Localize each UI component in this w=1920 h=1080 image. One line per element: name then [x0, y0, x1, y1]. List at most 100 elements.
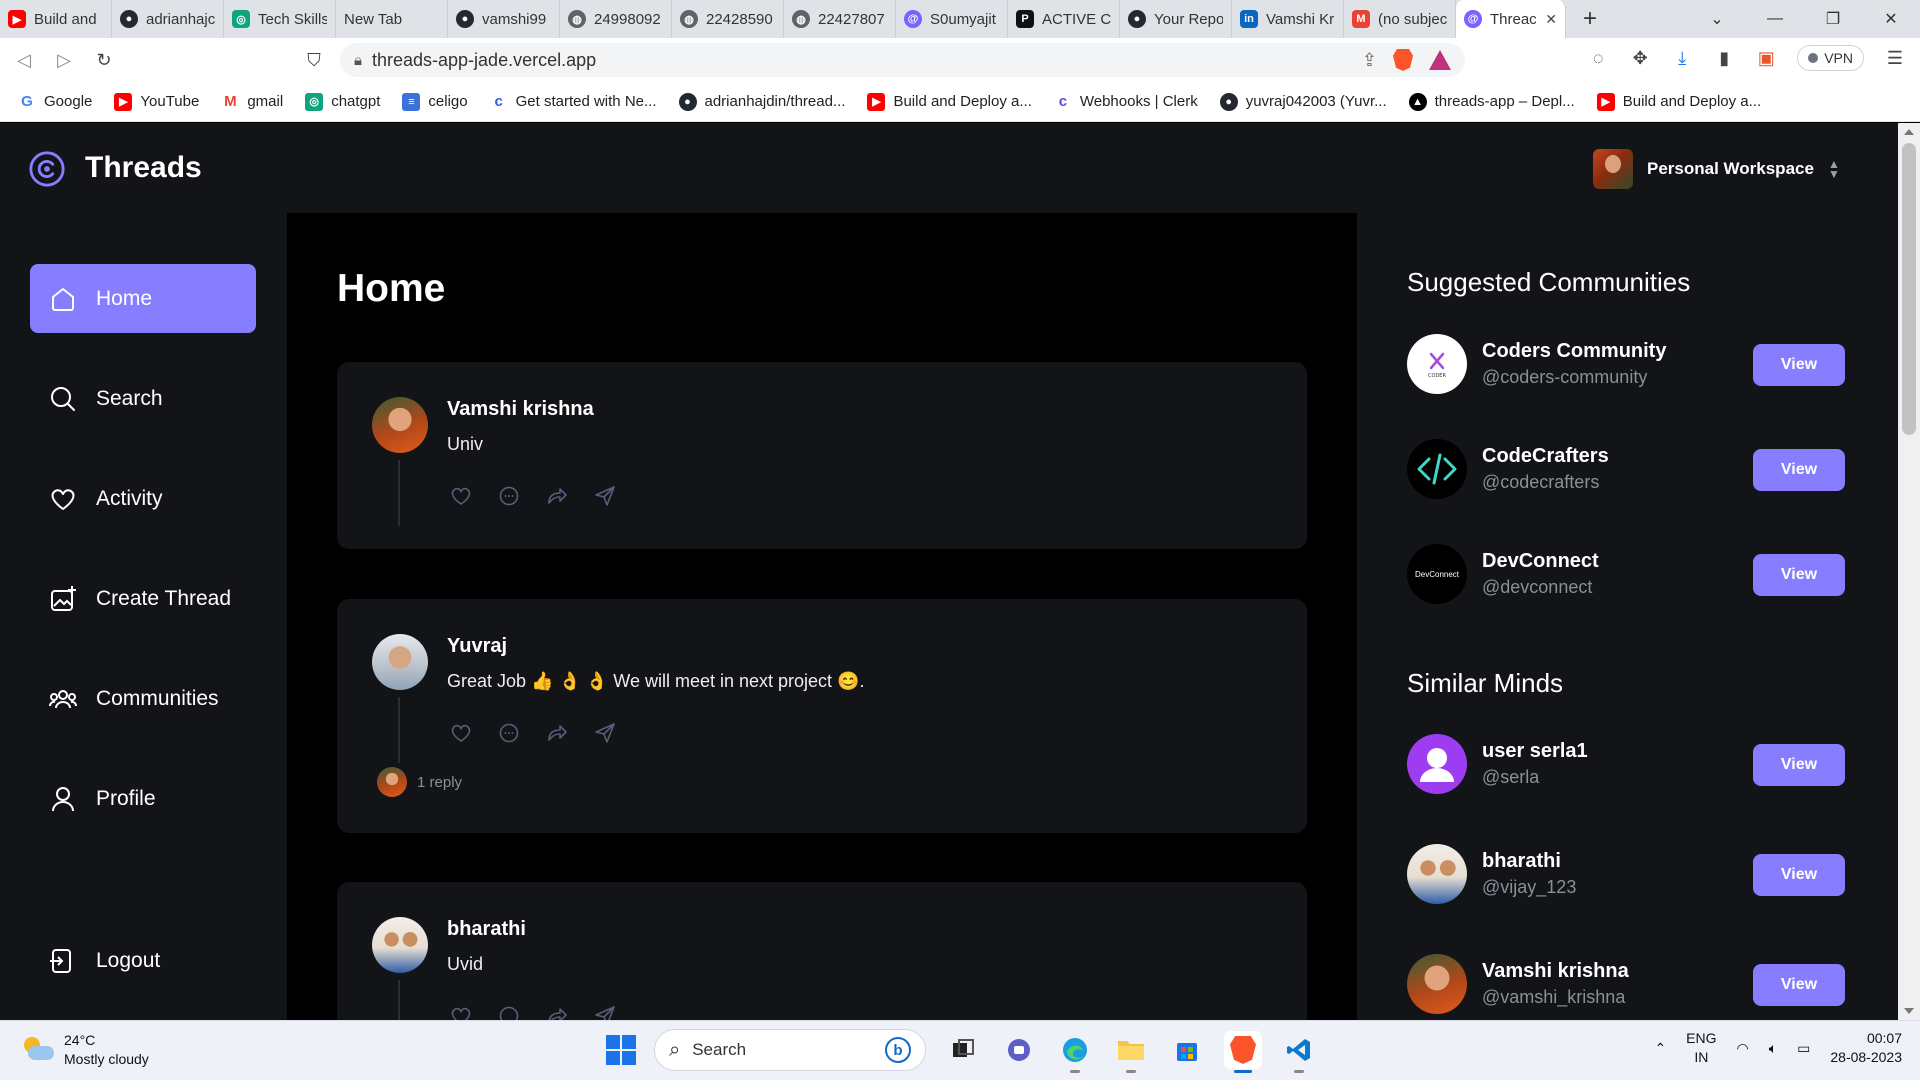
bookmark-item[interactable]: Mgmail — [221, 92, 283, 111]
weather-widget[interactable]: 24°C Mostly cloudy — [20, 1031, 149, 1069]
brave-rewards-icon[interactable] — [1429, 50, 1451, 70]
close-tab-icon[interactable]: ✕ — [1545, 11, 1557, 28]
thread-author[interactable]: Vamshi krishna — [447, 398, 594, 421]
view-button[interactable]: View — [1753, 449, 1845, 491]
repost-icon[interactable] — [545, 1004, 569, 1020]
browser-tab[interactable]: ● vamshi99 — [448, 0, 560, 38]
teams-chat-icon[interactable] — [1000, 1031, 1038, 1069]
avatar[interactable] — [372, 397, 428, 453]
address-bar[interactable]: 🔒︎ threads-app-jade.vercel.app ⇪ — [340, 43, 1465, 77]
maximize-button[interactable]: ❐ — [1804, 0, 1862, 38]
vpn-button[interactable]: VPN — [1797, 45, 1864, 71]
bookmark-item[interactable]: ▶ YouTube — [114, 92, 199, 111]
clock[interactable]: 00:07 28-08-2023 — [1830, 1029, 1902, 1067]
browser-tab[interactable]: ● Your Repo — [1120, 0, 1232, 38]
workspace-switcher[interactable]: Personal Workspace ▲ ▼ — [1593, 149, 1840, 189]
taskbar-search[interactable]: ⌕ Search b — [654, 1029, 926, 1071]
downloads-icon[interactable]: ⤓ — [1671, 47, 1693, 69]
bookmark-item[interactable]: ▶ Build and Deploy a... — [1596, 92, 1761, 111]
bookmark-item[interactable]: ▶ Build and Deploy a... — [867, 92, 1032, 111]
scroll-down-icon[interactable] — [1904, 1008, 1914, 1014]
bookmark-item[interactable]: ▲ threads-app – Depl... — [1408, 92, 1575, 111]
browser-tab[interactable]: ◍ 22427807 — [784, 0, 896, 38]
logout-button[interactable]: Logout — [30, 926, 256, 995]
bookmark-page-icon[interactable]: ⛉ — [300, 46, 328, 74]
wallet-icon[interactable]: ▣ — [1755, 47, 1777, 69]
reply-icon[interactable] — [497, 1004, 521, 1020]
bookmark-item[interactable]: ● yuvraj042003 (Yuvr... — [1219, 92, 1387, 111]
share-icon[interactable]: ⇪ — [1362, 50, 1377, 71]
wifi-icon[interactable]: ◠ — [1737, 1040, 1749, 1057]
bookmark-item[interactable]: ◎ chatgpt — [305, 92, 380, 111]
browser-tab[interactable]: New Tab — [336, 0, 448, 38]
scrollbar-thumb[interactable] — [1902, 143, 1916, 435]
browser-tab[interactable]: ◍ 22428590 — [672, 0, 784, 38]
threads-logo-icon[interactable] — [28, 150, 66, 188]
vscode-icon[interactable] — [1280, 1031, 1318, 1073]
share-icon[interactable] — [593, 1004, 617, 1020]
heart-icon[interactable] — [449, 721, 473, 745]
thread-author[interactable]: Yuvraj — [447, 635, 507, 658]
thread-author[interactable]: bharathi — [447, 918, 526, 941]
bookmark-item[interactable]: ● adrianhajdin/thread... — [678, 92, 845, 111]
browser-tab[interactable]: ◍ 24998092 — [560, 0, 672, 38]
microsoft-store-icon[interactable] — [1168, 1031, 1206, 1069]
avatar[interactable] — [1407, 844, 1467, 904]
avatar[interactable]: CODER — [1407, 334, 1467, 394]
reload-icon[interactable]: ↻ — [90, 46, 118, 74]
new-tab-button[interactable]: + — [1566, 5, 1614, 33]
browser-tab[interactable]: ▶ Build and — [0, 0, 112, 38]
avatar[interactable] — [1407, 734, 1467, 794]
start-button[interactable] — [606, 1035, 636, 1065]
thread-card[interactable]: Yuvraj Great Job 👍 👌 👌 We will meet in n… — [337, 599, 1307, 833]
sidebar-item-search[interactable]: Search — [30, 364, 256, 433]
browser-tab[interactable]: ◎ Tech Skills — [224, 0, 336, 38]
task-view-icon[interactable] — [944, 1031, 982, 1069]
page-scrollbar[interactable] — [1898, 123, 1920, 1020]
thread-card[interactable]: bharathi Uvid — [337, 882, 1307, 1020]
browser-tab[interactable]: in Vamshi Kr — [1232, 0, 1344, 38]
edge-icon[interactable] — [1056, 1031, 1094, 1073]
volume-icon[interactable]: 🔈︎ — [1769, 1040, 1777, 1057]
repost-icon[interactable] — [545, 484, 569, 508]
sidebar-item-activity[interactable]: Activity — [30, 464, 256, 533]
bookmark-item[interactable]: c Get started with Ne... — [489, 92, 657, 111]
app-brand[interactable]: Threads — [85, 151, 202, 185]
sidebar-item-profile[interactable]: Profile — [30, 764, 256, 833]
close-window-button[interactable]: ✕ — [1862, 0, 1920, 38]
sidebar-item-home[interactable]: Home — [30, 264, 256, 333]
share-icon[interactable] — [593, 721, 617, 745]
heart-icon[interactable] — [449, 1004, 473, 1020]
view-button[interactable]: View — [1753, 554, 1845, 596]
browser-tab[interactable]: @ S0umyajit — [896, 0, 1008, 38]
share-icon[interactable] — [593, 484, 617, 508]
sidebar-icon[interactable]: ▮ — [1713, 47, 1735, 69]
view-button[interactable]: View — [1753, 344, 1845, 386]
forward-icon[interactable]: ▷ — [50, 46, 78, 74]
reply-summary[interactable]: 1 reply — [377, 767, 462, 797]
leo-icon[interactable]: ◌ — [1587, 47, 1609, 69]
brave-browser-icon[interactable] — [1224, 1031, 1262, 1073]
language-indicator[interactable]: ENG IN — [1686, 1029, 1716, 1067]
extensions-icon[interactable]: ✥ — [1629, 47, 1651, 69]
view-button[interactable]: View — [1753, 744, 1845, 786]
sidebar-item-create-thread[interactable]: Create Thread — [30, 564, 256, 633]
avatar[interactable] — [1407, 439, 1467, 499]
avatar[interactable] — [372, 917, 428, 973]
tab-search-button[interactable]: ⌄ — [1688, 0, 1746, 38]
repost-icon[interactable] — [545, 721, 569, 745]
heart-icon[interactable] — [449, 484, 473, 508]
browser-tab[interactable]: ● adrianhajc — [112, 0, 224, 38]
back-icon[interactable]: ◁ — [10, 46, 38, 74]
bookmark-item[interactable]: ≡ celigo — [402, 92, 468, 111]
sidebar-item-communities[interactable]: Communities — [30, 664, 256, 733]
battery-icon[interactable]: ▭ — [1797, 1040, 1810, 1057]
bookmark-item[interactable]: c Webhooks | Clerk — [1053, 92, 1198, 111]
view-button[interactable]: View — [1753, 854, 1845, 896]
avatar[interactable] — [1407, 954, 1467, 1014]
browser-tab-active[interactable]: @ Threac ✕ — [1456, 0, 1566, 38]
reply-icon[interactable] — [497, 484, 521, 508]
brave-shields-icon[interactable] — [1393, 49, 1413, 71]
bookmark-item[interactable]: G Google — [18, 92, 92, 111]
view-button[interactable]: View — [1753, 964, 1845, 1006]
